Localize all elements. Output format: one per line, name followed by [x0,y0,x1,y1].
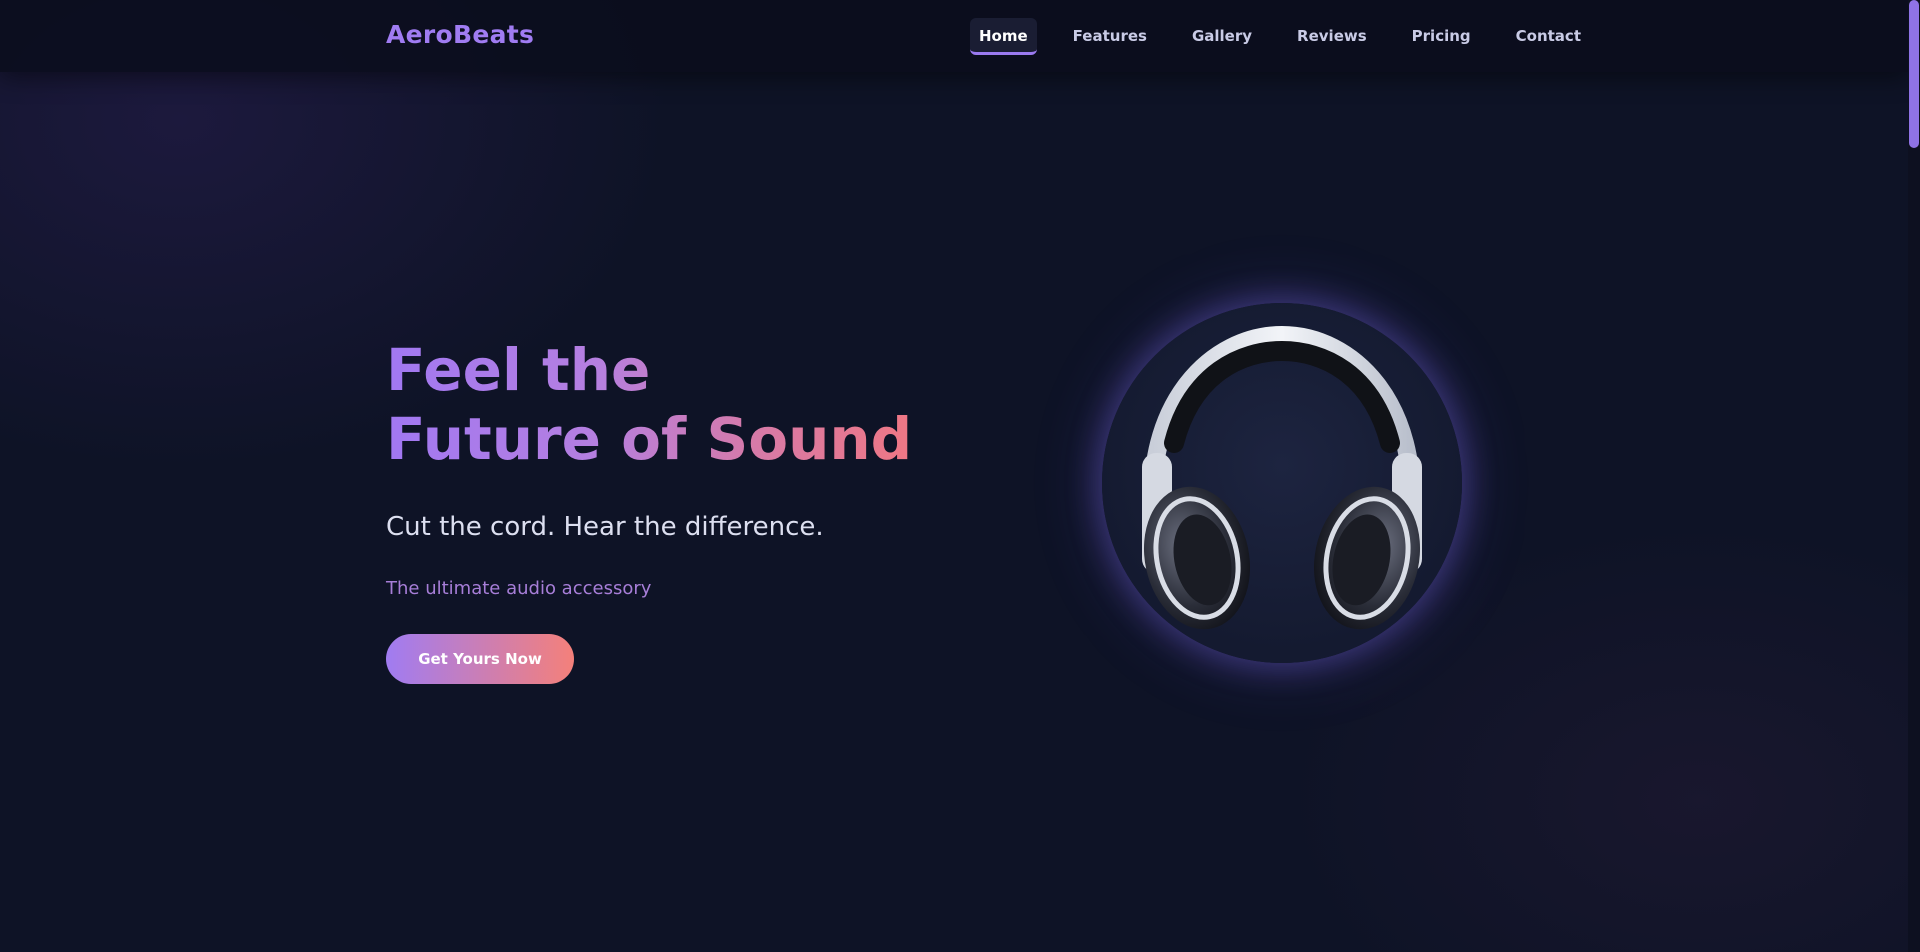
nav-item-pricing[interactable]: Pricing [1403,18,1480,55]
hero-subtitle: Cut the cord. Hear the difference. [386,512,824,542]
nav-item-gallery[interactable]: Gallery [1183,18,1261,55]
nav-item-features[interactable]: Features [1064,18,1156,55]
nav-item-contact[interactable]: Contact [1507,18,1590,55]
headphones-icon [1142,325,1422,630]
nav-links: Home Features Gallery Reviews Pricing Co… [970,18,1617,55]
hero-title-line1: Feel the [386,336,651,404]
nav-item-home[interactable]: Home [970,18,1037,55]
product-image-frame [1102,303,1462,663]
hero-title: Feel the Future of Sound [386,336,912,474]
hero-title-line2: Future of Sound [386,405,913,473]
get-yours-now-button[interactable]: Get Yours Now [386,634,574,684]
top-navbar: AeroBeats Home Features Gallery Reviews … [0,0,1908,72]
hero-tagline: The ultimate audio accessory [386,578,652,599]
brand-logo[interactable]: AeroBeats [386,20,534,49]
nav-item-reviews[interactable]: Reviews [1288,18,1376,55]
scrollbar-thumb[interactable] [1909,0,1919,148]
